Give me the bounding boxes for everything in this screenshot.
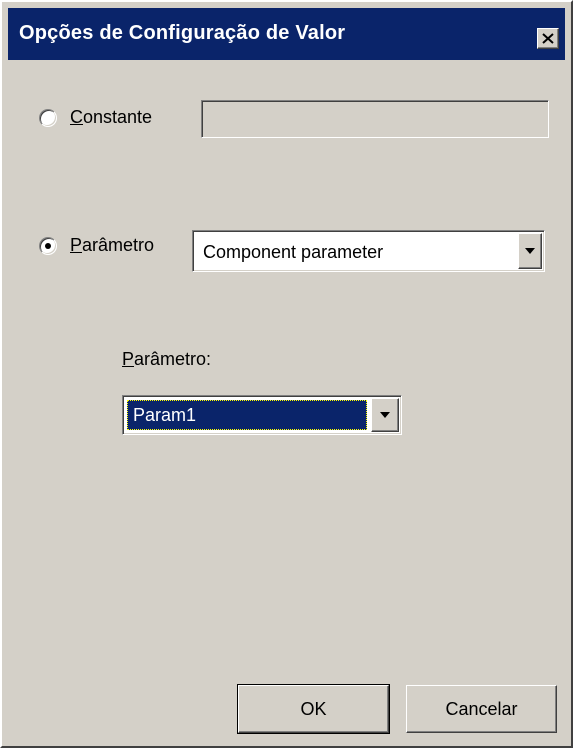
parameter-select-label: Parâmetro: — [122, 349, 211, 370]
parameter-select-label-rest: arâmetro: — [134, 349, 212, 369]
constant-label-rest: onstante — [83, 107, 153, 127]
constant-radio-label[interactable]: Constante — [70, 107, 152, 128]
parameter-type-dropdown-button[interactable] — [518, 233, 542, 269]
close-button[interactable] — [537, 28, 559, 49]
parameter-select-dropdown-button[interactable] — [371, 398, 399, 432]
parameter-label-mnemonic: P — [70, 235, 83, 255]
chevron-down-icon — [525, 248, 535, 254]
window-title: Opções de Configuração de Valor — [19, 22, 346, 44]
parameter-radio[interactable] — [39, 237, 57, 255]
dialog-window: Opções de Configuração de Valor Constant… — [0, 0, 573, 748]
parameter-radio-label[interactable]: Parâmetro — [70, 235, 154, 256]
constant-radio[interactable] — [39, 109, 57, 127]
parameter-type-value: Component parameter — [203, 242, 384, 262]
constant-label-mnemonic: C — [70, 107, 83, 127]
constant-value-field — [201, 100, 549, 138]
chevron-down-icon — [380, 412, 390, 418]
cancel-button[interactable]: Cancelar — [406, 685, 557, 733]
parameter-select-mnemonic: P — [122, 349, 135, 369]
parameter-select-value: Param1 — [133, 405, 197, 425]
close-icon — [542, 33, 554, 44]
parameter-label-rest: arâmetro — [82, 235, 155, 255]
parameter-type-dropdown[interactable]: Component parameter — [192, 230, 545, 272]
title-bar[interactable]: Opções de Configuração de Valor — [8, 8, 565, 60]
parameter-select-dropdown[interactable]: Param1 — [122, 395, 402, 435]
parameter-select-highlight: Param1 — [127, 400, 367, 430]
ok-button[interactable]: OK — [237, 684, 390, 734]
radio-selected-dot — [45, 243, 51, 249]
